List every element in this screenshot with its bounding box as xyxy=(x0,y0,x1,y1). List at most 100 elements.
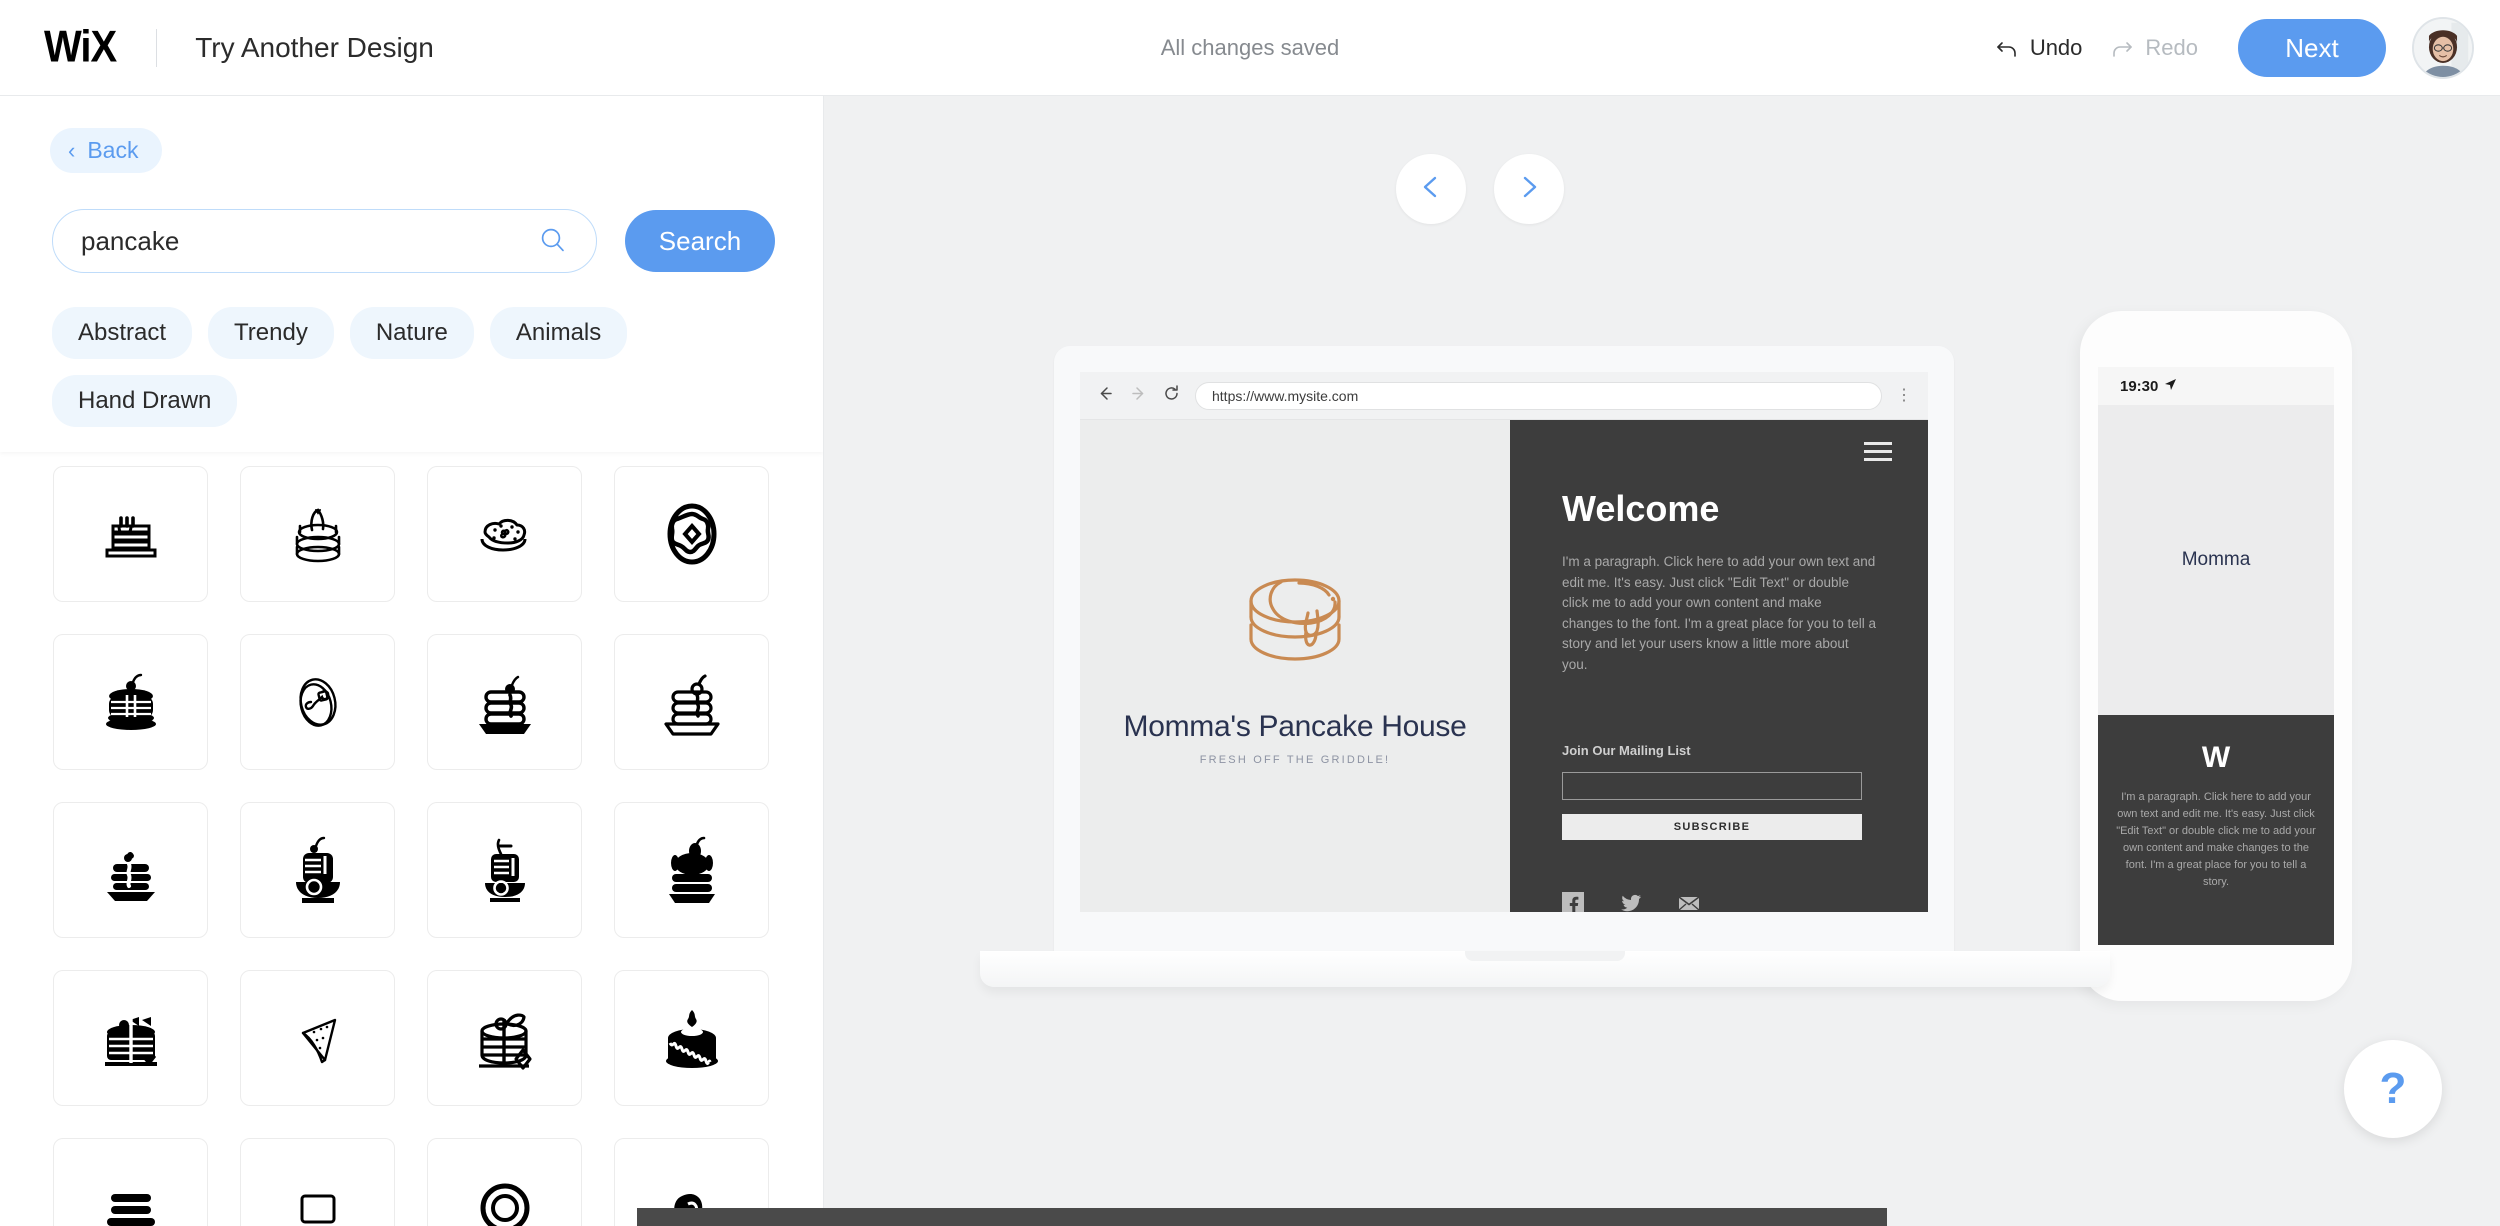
hamburger-menu-icon[interactable] xyxy=(1864,442,1892,461)
browser-forward-icon[interactable] xyxy=(1129,384,1148,408)
facebook-icon[interactable] xyxy=(1562,892,1584,912)
site-logo-section: Momma's Pancake House FRESH OFF THE GRID… xyxy=(1080,420,1510,912)
page-title: Try Another Design xyxy=(195,31,434,63)
phone-brand-name: Momma xyxy=(2181,549,2251,570)
laptop-mockup: https://www.mysite.com ⋮ Momma's Pancake… xyxy=(980,346,2110,987)
phone-logo-area: Momma xyxy=(2098,405,2334,715)
icon-card-pancake-partial-row-2[interactable] xyxy=(240,1138,395,1226)
pancake-single-butter-sketch-icon xyxy=(298,678,337,727)
pancake-stack-drip-solid-icon xyxy=(106,851,155,901)
design-navigation xyxy=(1396,154,1564,224)
phone-heading: W xyxy=(2201,741,2231,774)
avatar-image xyxy=(2414,19,2472,77)
pancake-stack-syrup-outline-icon xyxy=(105,516,156,558)
icon-card-crepe-folded-sketch[interactable] xyxy=(240,970,395,1106)
save-status-text: All changes saved xyxy=(1160,34,1340,60)
redo-icon xyxy=(2110,35,2136,61)
icon-results-grid xyxy=(0,452,823,1226)
phone-paragraph: I'm a paragraph. Click here to add your … xyxy=(2116,791,2316,889)
icon-card-pancake-stack-plate-solid[interactable] xyxy=(427,634,582,770)
icon-card-pancake-stack-flags-solid[interactable] xyxy=(53,970,208,1106)
pancake-partial-row-1-icon xyxy=(106,1194,155,1226)
pancake-logo-mark-icon xyxy=(1225,567,1365,684)
wix-logo[interactable]: WiX xyxy=(44,22,117,72)
icon-card-pancake-partial-row-1[interactable] xyxy=(53,1138,208,1226)
kebab-menu-icon[interactable]: ⋮ xyxy=(1896,387,1912,404)
redo-button[interactable]: Redo xyxy=(2096,25,2212,71)
laptop-notch xyxy=(1465,951,1625,961)
icon-card-pancake-partial-row-3[interactable] xyxy=(427,1138,582,1226)
icon-card-abstract-ornament-oval[interactable] xyxy=(614,466,769,602)
header-divider xyxy=(156,28,158,67)
next-design-button[interactable] xyxy=(1494,154,1564,224)
site-tagline: FRESH OFF THE GRIDDLE! xyxy=(1199,753,1391,766)
email-icon[interactable] xyxy=(1678,892,1700,912)
icon-card-pancake-stack-pear-solid[interactable] xyxy=(614,802,769,938)
undo-icon xyxy=(1995,35,2021,61)
icon-card-pancake-stack-cherry-solid[interactable] xyxy=(53,634,208,770)
site-brand-name: Momma's Pancake House xyxy=(1123,709,1467,743)
pancake-pair-sprinkles-sketch-icon xyxy=(480,518,526,552)
chevron-right-icon xyxy=(1514,172,1544,207)
browser-back-icon[interactable] xyxy=(1096,384,1115,408)
site-preview: Momma's Pancake House FRESH OFF THE GRID… xyxy=(1080,420,1928,912)
pancake-partial-row-3-icon xyxy=(480,1183,529,1226)
undo-button[interactable]: Undo xyxy=(1981,25,2097,71)
bottom-bar xyxy=(637,1208,1887,1226)
filter-chip-abstract[interactable]: Abstract xyxy=(52,307,193,359)
chevron-left-icon xyxy=(1416,172,1446,207)
filter-chip-animals[interactable]: Animals xyxy=(489,307,628,359)
filter-chip-hand-drawn[interactable]: Hand Drawn xyxy=(52,375,238,427)
top-bar: WiX Try Another Design All changes saved… xyxy=(0,0,2500,96)
phone-dark-section: W I'm a paragraph. Click here to add you… xyxy=(2098,715,2334,945)
icon-card-cake-swirl-frosting-solid[interactable] xyxy=(614,970,769,1106)
pancake-partial-row-2-icon xyxy=(300,1194,335,1224)
phone-status-bar: 19:30 xyxy=(2098,367,2334,405)
browser-url-bar[interactable]: https://www.mysite.com xyxy=(1195,381,1882,410)
icon-card-pancake-bowl-cherry-solid[interactable] xyxy=(240,802,395,938)
pancake-stack-plate-outline-icon xyxy=(663,674,720,736)
search-button[interactable]: Search xyxy=(625,210,775,272)
browser-chrome-bar: https://www.mysite.com ⋮ xyxy=(1080,372,1928,420)
browser-reload-icon[interactable] xyxy=(1162,384,1181,408)
help-button[interactable]: ? xyxy=(2344,1040,2442,1138)
laptop-lid: https://www.mysite.com ⋮ Momma's Pancake… xyxy=(1054,346,1954,956)
subscribe-button[interactable]: SUBSCRIBE xyxy=(1562,814,1862,841)
icon-card-pancake-pair-sprinkles-sketch[interactable] xyxy=(427,466,582,602)
chevron-left-icon: ‹ xyxy=(68,137,76,163)
laptop-base xyxy=(980,951,2110,987)
site-paragraph: I'm a paragraph. Click here to add your … xyxy=(1562,554,1877,672)
top-bar-actions: Undo Redo Next xyxy=(1981,0,2500,96)
icon-card-pancake-stack-leaf-outline[interactable] xyxy=(427,970,582,1106)
filter-chip-nature[interactable]: Nature xyxy=(349,307,474,359)
search-box xyxy=(52,209,597,273)
abstract-ornament-oval-icon xyxy=(667,503,716,565)
previous-design-button[interactable] xyxy=(1396,154,1466,224)
search-input[interactable] xyxy=(53,225,536,257)
next-button[interactable]: Next xyxy=(2238,19,2386,77)
cake-swirl-frosting-solid-icon xyxy=(665,1010,718,1068)
social-links xyxy=(1562,892,1876,912)
email-field[interactable] xyxy=(1562,772,1862,801)
icon-card-pancake-stack-syrup-outline[interactable] xyxy=(53,466,208,602)
filter-chip-trendy[interactable]: Trendy xyxy=(208,307,334,359)
mailing-list-label: Join Our Mailing List xyxy=(1562,743,1691,759)
site-heading: Welcome xyxy=(1562,488,1720,529)
icon-card-pancake-stack-strawberry-sketch[interactable] xyxy=(240,466,395,602)
icon-card-pancake-single-butter-sketch[interactable] xyxy=(240,634,395,770)
redo-label: Redo xyxy=(2145,35,2198,60)
search-icon[interactable] xyxy=(536,224,570,258)
pancake-stack-plate-solid-icon xyxy=(478,675,531,734)
phone-screen: 19:30 Momma W I'm a paragraph. Click her… xyxy=(2098,367,2334,945)
icon-results-scroll[interactable] xyxy=(0,452,823,1226)
icon-card-pancake-bowl-cherry-alt-solid[interactable] xyxy=(427,802,582,938)
avatar[interactable] xyxy=(2412,17,2474,79)
back-button[interactable]: ‹ Back xyxy=(50,128,163,173)
icon-picker-panel: ‹ Back Search Abstract Trendy Nature Ani… xyxy=(0,96,824,1226)
twitter-icon[interactable] xyxy=(1620,892,1642,912)
icon-card-pancake-stack-drip-solid[interactable] xyxy=(53,802,208,938)
icon-card-pancake-stack-plate-outline[interactable] xyxy=(614,634,769,770)
undo-label: Undo xyxy=(2029,35,2083,60)
pancake-stack-cherry-solid-icon xyxy=(105,673,156,730)
filter-chip-list: Abstract Trendy Nature Animals Hand Draw… xyxy=(52,307,752,427)
